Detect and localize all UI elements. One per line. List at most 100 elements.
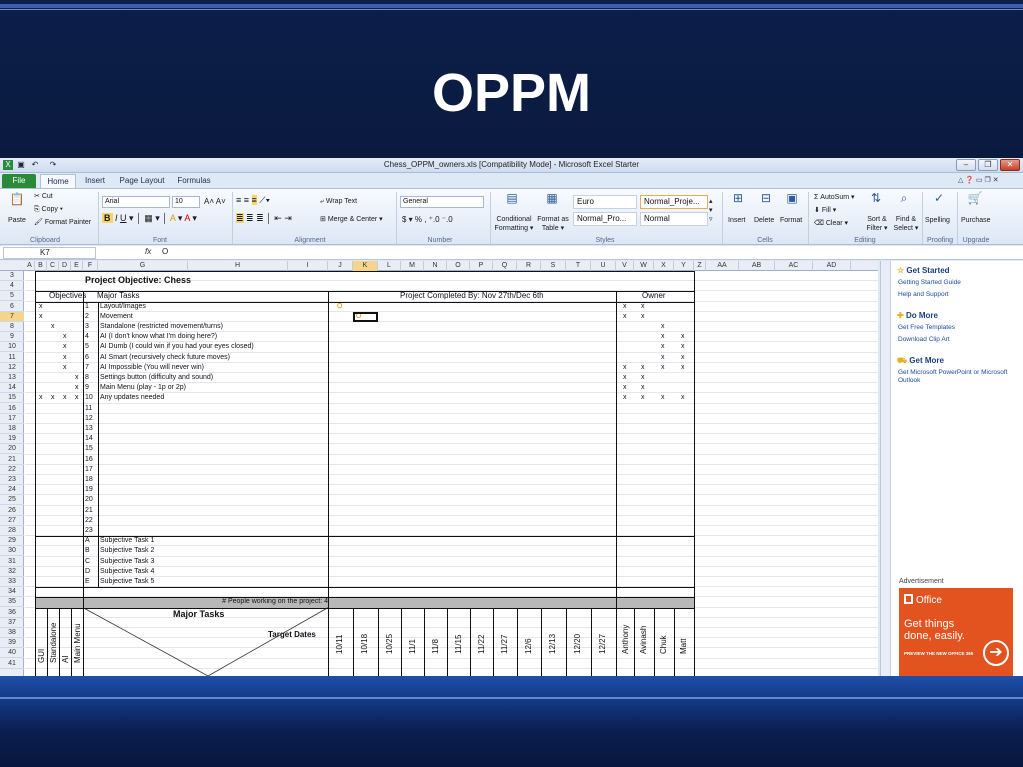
spelling-button[interactable]: Spelling xyxy=(925,216,950,225)
minimize-button[interactable]: – xyxy=(956,159,976,171)
number-format-combo[interactable]: General xyxy=(400,196,484,208)
cut-button[interactable]: ✂ Cut xyxy=(34,192,53,201)
cut-icon: ✂ xyxy=(34,193,42,200)
target-date[interactable]: 12/13 xyxy=(548,634,557,654)
conditional-formatting-button[interactable]: Conditional Formatting ▾ xyxy=(493,215,535,233)
objective-label[interactable]: Standalone xyxy=(49,622,58,662)
top-rule-thin xyxy=(0,9,1023,10)
advertisement[interactable]: Office Get things done, easily. PREVIEW … xyxy=(899,588,1013,676)
target-date[interactable]: 12/6 xyxy=(524,639,533,655)
fill-button[interactable]: ⬇ Fill ▾ xyxy=(814,206,836,215)
worksheet-grid[interactable]: A B C D E F G H I J K L M N O P Q R S T U V W X Y Z AA AB AC AD 34567… xyxy=(0,261,878,676)
upgrade-group-label: Upgrade xyxy=(962,237,990,244)
border-vertical xyxy=(47,607,48,676)
link-free-templates[interactable]: Get Free Templates xyxy=(898,324,1020,332)
autosum-button[interactable]: Σ AutoSum ▾ xyxy=(814,193,855,202)
format-painter-button[interactable]: 🖌 Format Painter xyxy=(34,218,91,227)
separator xyxy=(396,192,397,244)
target-date[interactable]: 12/27 xyxy=(598,634,607,654)
arrow-right-icon[interactable]: ➔ xyxy=(983,640,1009,666)
paste-icon[interactable]: 📋 xyxy=(8,192,26,206)
style-normal-proje[interactable]: Normal_Proje... xyxy=(640,195,708,209)
border-vertical xyxy=(83,291,84,676)
formula-input[interactable]: O xyxy=(162,247,168,256)
target-date[interactable]: 11/22 xyxy=(477,635,486,654)
owner-name[interactable]: Avinash xyxy=(639,626,648,654)
target-date[interactable]: 11/1 xyxy=(408,639,417,654)
copy-button[interactable]: ⎘ Copy ▾ xyxy=(34,205,63,214)
target-date[interactable]: 10/18 xyxy=(360,634,369,654)
fx-icon[interactable]: fx xyxy=(145,247,151,256)
border-horizontal xyxy=(35,607,694,609)
border-vertical xyxy=(447,607,448,676)
name-box[interactable]: K7 xyxy=(3,247,96,259)
grow-shrink-font-icons[interactable]: A˄ A˅ xyxy=(204,197,226,206)
target-date[interactable]: 11/15 xyxy=(454,635,463,654)
separator xyxy=(98,192,99,244)
style-normal[interactable]: Normal xyxy=(640,212,708,226)
target-date[interactable]: 11/8 xyxy=(431,639,440,654)
sort-filter-button[interactable]: Sort & Filter ▾ xyxy=(862,215,892,233)
border-vertical xyxy=(694,271,695,676)
owner-name[interactable]: Matt xyxy=(679,639,688,655)
tab-insert[interactable]: Insert xyxy=(80,174,110,188)
border-vertical xyxy=(541,607,542,676)
delete-button[interactable]: Delete xyxy=(754,216,774,225)
link-get-powerpoint[interactable]: Get Microsoft PowerPoint or Microsoft Ou… xyxy=(898,369,1020,385)
target-date[interactable]: 10/25 xyxy=(385,634,394,654)
alignment-group-label: Alignment xyxy=(294,237,326,244)
ad-cta[interactable]: PREVIEW THE NEW OFFICE 365 xyxy=(904,651,973,656)
border-vertical xyxy=(353,607,354,676)
style-euro[interactable]: Euro xyxy=(573,195,637,209)
font-name-combo[interactable]: Arial xyxy=(102,196,170,208)
font-style-buttons[interactable]: B I U ▾ │ ▦ ▾ │ A ▾ A ▾ xyxy=(102,213,197,223)
target-date[interactable]: 12/20 xyxy=(573,634,582,654)
horizontal-align-icons[interactable]: ≣ ≣ ≣ │ ⇤ ⇥ xyxy=(236,213,292,223)
objective-label[interactable]: Main Menu xyxy=(73,623,82,663)
formula-bar: K7 fx O xyxy=(0,246,1023,260)
border-vertical xyxy=(328,291,329,676)
tab-home[interactable]: Home xyxy=(40,174,76,188)
purchase-button[interactable]: Purchase xyxy=(961,216,991,225)
number-format-icons[interactable]: $ ▾ % , ⁺.0 ⁻.0 xyxy=(402,215,453,224)
target-date[interactable]: 11/27 xyxy=(500,635,509,654)
excel-window: X ▣ ↶ ↷ Chess_OPPM_owners.xls [Compatibi… xyxy=(0,158,1023,676)
close-button[interactable]: ✕ xyxy=(1000,159,1020,171)
clear-button[interactable]: ⌫ Clear ▾ xyxy=(814,219,848,228)
cart-icon: 🛒 xyxy=(967,191,983,205)
style-normal-pro[interactable]: Normal_Pro... xyxy=(573,212,637,226)
owner-name[interactable]: Anthony xyxy=(621,625,630,654)
border-vertical xyxy=(674,607,675,676)
paste-button[interactable]: Paste xyxy=(8,216,26,225)
number-group-label: Number xyxy=(427,237,453,244)
link-getting-started[interactable]: Getting Started Guide xyxy=(898,279,1020,287)
link-help-support[interactable]: Help and Support xyxy=(898,291,1020,299)
format-cells-icon: ▣ xyxy=(786,191,798,205)
objective-label[interactable]: AI xyxy=(61,655,70,663)
tab-file[interactable]: File xyxy=(2,174,36,188)
scrollbar[interactable] xyxy=(881,261,891,676)
target-date[interactable]: 10/11 xyxy=(335,635,344,654)
link-clip-art[interactable]: Download Clip Art xyxy=(898,336,1020,344)
vertical-align-icons[interactable]: ≡ ≡ ≡ ⟋▾ xyxy=(236,195,270,205)
conditional-formatting-icon: ▤ xyxy=(506,191,518,205)
merge-center-button[interactable]: ⊞ Merge & Center ▾ xyxy=(320,215,383,224)
restore-button[interactable]: ❐ xyxy=(978,159,998,171)
format-as-table-button[interactable]: Format as Table ▾ xyxy=(537,215,569,233)
brush-icon: 🖌 xyxy=(34,219,45,226)
get-started-heading: ☆ Get Started xyxy=(897,266,950,275)
format-button[interactable]: Format xyxy=(780,216,802,225)
font-size-combo[interactable]: 10 xyxy=(172,196,200,208)
border-vertical xyxy=(35,271,36,292)
ribbon-help-icons[interactable]: △ ❓ ▭ ❐ ✕ xyxy=(958,176,999,185)
insert-button[interactable]: Insert xyxy=(728,216,746,225)
border-horizontal xyxy=(35,291,694,293)
find-select-button[interactable]: Find & Select ▾ xyxy=(891,215,921,233)
objective-label[interactable]: GUI xyxy=(37,648,46,662)
owner-name[interactable]: Chuk xyxy=(659,636,668,655)
wrap-text-button[interactable]: ⤶ Wrap Text xyxy=(320,197,357,206)
tab-formulas[interactable]: Formulas xyxy=(174,174,214,188)
styles-scroll-icon[interactable]: ▴ ▾ ▿ xyxy=(709,197,713,224)
tab-page-layout[interactable]: Page Layout xyxy=(116,174,168,188)
border-vertical xyxy=(35,291,36,676)
